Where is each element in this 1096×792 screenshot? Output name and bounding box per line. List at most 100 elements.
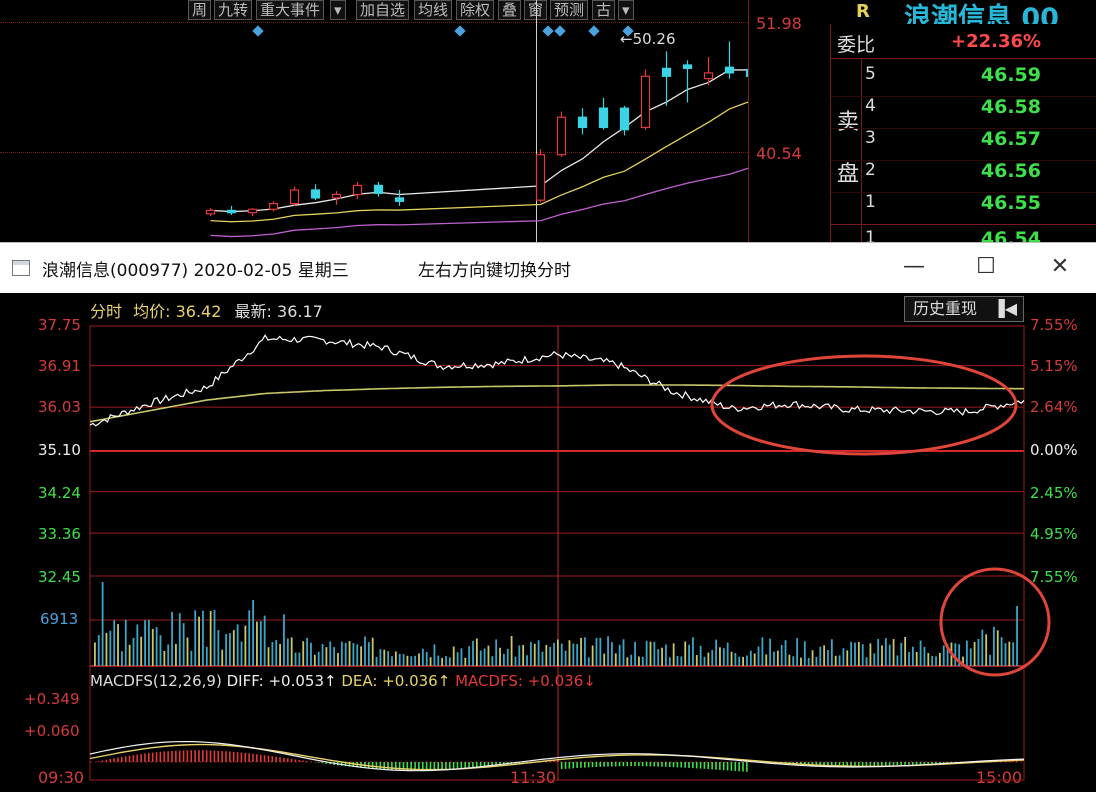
maximize-button[interactable]: ☐	[974, 255, 998, 279]
macd-bar	[275, 756, 277, 762]
macd-bar	[132, 755, 135, 762]
volume-bar	[452, 646, 455, 666]
volume-bar	[707, 652, 710, 666]
high-price-value: 50.26	[632, 30, 676, 48]
macd-bar	[861, 762, 864, 767]
macd-bar	[657, 762, 659, 767]
volume-bar	[421, 648, 424, 666]
volume-bar	[294, 652, 297, 666]
macd-bar	[298, 760, 301, 762]
volume-bar	[302, 641, 305, 666]
close-button[interactable]: ✕	[1048, 255, 1072, 279]
volume-bar	[101, 582, 104, 666]
volume-bar	[1000, 637, 1003, 666]
volume-bar	[622, 639, 625, 666]
ask-price: 46.55	[980, 192, 1041, 214]
volume-bar	[313, 654, 316, 666]
volume-bar	[915, 651, 918, 666]
volume-bar	[954, 643, 957, 666]
volume-bar	[256, 621, 258, 666]
macd-bar	[703, 762, 706, 769]
volume-bar	[356, 644, 359, 666]
volume-bar	[375, 656, 378, 666]
volume-bar	[337, 652, 339, 666]
macd-bar	[244, 752, 247, 762]
volume-bar	[402, 654, 405, 666]
macd-bar	[186, 750, 189, 762]
volume-bar	[776, 650, 779, 666]
volume-bar	[695, 654, 698, 666]
ask-row-2[interactable]: 2 46.56	[831, 160, 1096, 193]
volume-bar	[661, 647, 663, 666]
macd-bar	[919, 762, 922, 765]
macd-bar	[742, 762, 744, 772]
candle-body	[745, 68, 748, 77]
volume-bar	[128, 644, 131, 666]
volume-bar	[483, 648, 486, 666]
macd-bar	[618, 762, 621, 767]
macd-bar	[205, 750, 208, 762]
macd-bar	[865, 762, 868, 766]
candle-body	[556, 116, 567, 156]
ask-level: 5	[865, 64, 876, 84]
macd-bar	[271, 756, 274, 762]
macd-bar	[680, 762, 683, 768]
volume-bar	[244, 625, 247, 666]
volume-bar	[232, 630, 235, 666]
ask-row-5[interactable]: 5 46.59	[831, 64, 1096, 97]
volume-bar	[414, 655, 417, 666]
macd-bar	[695, 762, 698, 769]
candle-body	[640, 75, 651, 129]
candle-body	[247, 208, 258, 214]
volume-bar	[919, 640, 922, 666]
macd-bar	[564, 762, 567, 769]
ask-row-3[interactable]: 3 46.57	[831, 128, 1096, 161]
macd-bar	[232, 751, 235, 762]
macd-bar	[317, 762, 320, 763]
macd-bar	[109, 758, 112, 762]
volume-bar	[614, 653, 617, 666]
volume-bar	[425, 651, 428, 666]
ask-row-1[interactable]: 1 46.55	[831, 192, 1096, 225]
volume-bar	[557, 639, 559, 666]
window-titlebar[interactable]: 浪潮信息(000977) 2020-02-05 星期三 左右方向键切换分时 — …	[0, 242, 1096, 293]
macd-bar	[584, 762, 586, 768]
volume-bar	[371, 637, 374, 666]
ask-price: 46.58	[980, 96, 1041, 118]
volume-bar	[935, 656, 937, 666]
volume-bar	[665, 644, 667, 666]
volume-bar	[981, 629, 984, 666]
volume-bar	[587, 657, 590, 666]
macd-bar	[911, 762, 914, 765]
macd-bar	[877, 762, 879, 766]
macd-bar	[159, 751, 162, 762]
volume-bar	[896, 655, 899, 666]
volume-bar	[857, 641, 860, 666]
volume-bar	[236, 624, 239, 666]
macd-bar	[665, 762, 667, 767]
macd-bar	[387, 762, 389, 770]
ask-row-4[interactable]: 4 46.58	[831, 96, 1096, 129]
volume-bar	[263, 615, 266, 666]
volume-bar	[854, 642, 856, 666]
macd-bar	[259, 754, 262, 762]
volume-bar	[715, 639, 717, 666]
macd-bar	[124, 756, 127, 762]
volume-bar	[938, 652, 941, 666]
volume-bar	[846, 650, 849, 666]
minimize-button[interactable]: —	[902, 255, 926, 279]
macd-bar	[321, 762, 324, 764]
macd-bar	[263, 755, 266, 762]
volume-bar	[703, 656, 706, 666]
macd-bar	[719, 762, 721, 770]
volume-bar	[811, 650, 814, 666]
volume-bar	[379, 649, 382, 666]
volume-bar	[815, 656, 818, 666]
volume-bar	[576, 643, 579, 666]
volume-bar	[850, 641, 853, 666]
macd-bar	[379, 762, 382, 770]
volume-bar	[275, 639, 278, 666]
bid-row-1[interactable]: 1 46.54	[831, 228, 1096, 242]
macd-bar	[630, 762, 632, 767]
volume-bar	[769, 638, 772, 666]
